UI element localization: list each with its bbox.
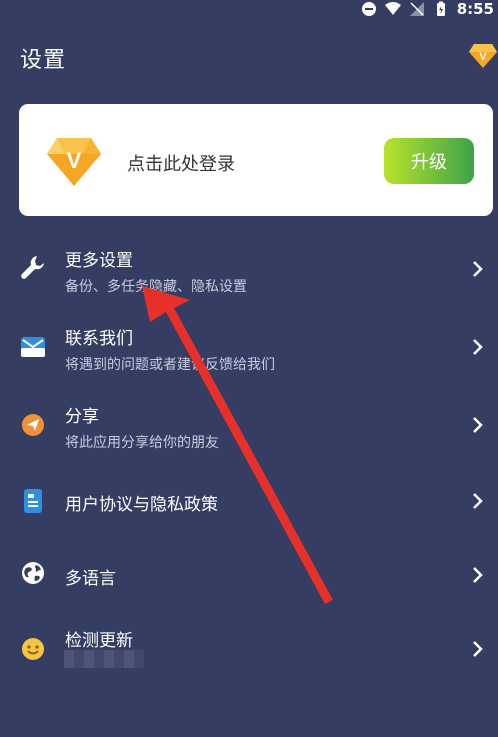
globe-icon bbox=[22, 562, 44, 584]
menu-item-contact-us[interactable]: 联系我们 将遇到的问题或者建议反馈给我们 bbox=[0, 308, 498, 384]
wifi-icon bbox=[384, 2, 401, 15]
share-icon bbox=[22, 414, 44, 436]
wrench-icon bbox=[21, 256, 44, 279]
vip-diamond-icon[interactable]: V bbox=[468, 40, 498, 70]
menu-item-title: 联系我们 bbox=[65, 329, 133, 349]
chevron-right-icon bbox=[473, 493, 483, 509]
menu-item-title: 用户协议与隐私政策 bbox=[65, 495, 218, 515]
menu-item-language[interactable]: 多语言 bbox=[0, 540, 498, 608]
blurred-version-text bbox=[64, 650, 144, 668]
menu-item-subtitle: 将遇到的问题或者建议反馈给我们 bbox=[65, 357, 275, 373]
login-prompt[interactable]: 点击此处登录 bbox=[127, 150, 235, 176]
svg-text:V: V bbox=[479, 51, 487, 63]
upgrade-button[interactable]: 升级 bbox=[384, 138, 474, 184]
chevron-right-icon bbox=[473, 261, 483, 277]
chevron-right-icon bbox=[473, 417, 483, 433]
menu-item-more-settings[interactable]: 更多设置 备份、多任务隐藏、隐私设置 bbox=[0, 230, 498, 306]
svg-text:V: V bbox=[67, 148, 82, 173]
login-card[interactable]: V 点击此处登录 升级 bbox=[19, 104, 493, 216]
battery-icon bbox=[436, 1, 445, 16]
chevron-right-icon bbox=[473, 567, 483, 583]
do-not-disturb-icon bbox=[361, 2, 376, 16]
header: 设置 V bbox=[20, 38, 498, 74]
no-signal-icon bbox=[409, 2, 424, 16]
menu-item-title: 多语言 bbox=[65, 569, 116, 589]
menu-item-user-agreement[interactable]: 用户协议与隐私政策 bbox=[0, 466, 498, 534]
document-icon bbox=[24, 489, 42, 513]
menu-item-title: 更多设置 bbox=[65, 251, 133, 271]
mail-icon bbox=[21, 337, 45, 357]
menu-item-share[interactable]: 分享 将此应用分享给你的朋友 bbox=[0, 386, 498, 462]
menu-item-title: 检测更新 bbox=[65, 631, 133, 651]
page-title: 设置 bbox=[20, 48, 67, 73]
chevron-right-icon bbox=[473, 339, 483, 355]
status-time: 8:55 bbox=[456, 0, 494, 18]
menu-item-title: 分享 bbox=[65, 407, 99, 427]
menu-item-subtitle: 将此应用分享给你的朋友 bbox=[65, 435, 219, 451]
chevron-right-icon bbox=[473, 641, 483, 657]
smiley-icon bbox=[22, 638, 44, 660]
status-bar: 8:55 bbox=[361, 0, 498, 18]
menu-item-subtitle: 备份、多任务隐藏、隐私设置 bbox=[65, 279, 247, 295]
vip-diamond-icon: V bbox=[47, 138, 101, 186]
